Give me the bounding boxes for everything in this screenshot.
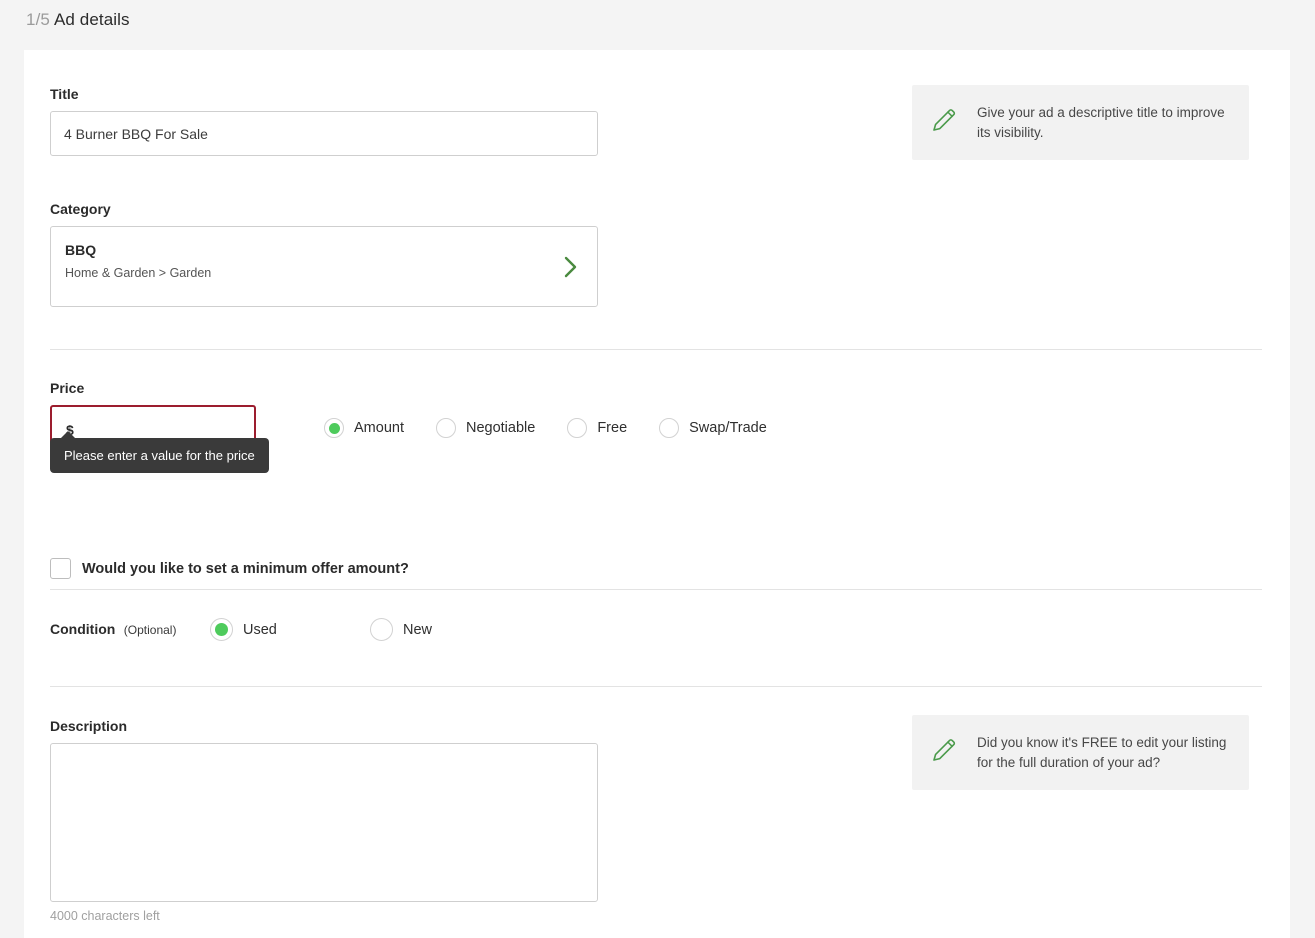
condition-optional-text: (Optional) (124, 623, 177, 637)
ad-details-page: 1/5Ad details Title Category BBQ Home & … (0, 0, 1315, 938)
character-counter: 4000 characters left (50, 909, 598, 923)
step-current: 1 (26, 10, 36, 29)
pencil-icon (930, 734, 960, 764)
description-textarea[interactable] (50, 743, 598, 902)
title-section: Title (50, 86, 598, 156)
condition-new[interactable]: New (370, 618, 432, 641)
title-label: Title (50, 86, 598, 102)
checkbox-icon[interactable] (50, 558, 71, 579)
condition-label-wrap: Condition (Optional) (50, 621, 210, 639)
description-label: Description (50, 718, 598, 734)
price-section: Price $ Amount Negotiable (50, 380, 1315, 579)
divider-price-condition (50, 589, 1262, 590)
step-title: Ad details (54, 10, 130, 29)
tip-box-description: Did you know it's FREE to edit your list… (912, 715, 1249, 790)
condition-label: Condition (50, 621, 115, 637)
step-total: 5 (40, 10, 50, 29)
ad-details-card: Title Category BBQ Home & Garden > Garde… (24, 50, 1290, 938)
pencil-icon (930, 104, 960, 134)
radio-circle-icon (210, 618, 233, 641)
price-type-free-label: Free (597, 420, 627, 436)
condition-new-label: New (403, 622, 432, 638)
price-type-swap-trade-label: Swap/Trade (689, 420, 767, 436)
description-section: Description 4000 characters left (50, 718, 598, 923)
condition-used-label: Used (243, 622, 277, 638)
price-type-negotiable-label: Negotiable (466, 420, 535, 436)
radio-circle-icon (567, 418, 587, 438)
chevron-right-icon (560, 254, 582, 280)
category-label: Category (50, 201, 598, 217)
price-type-amount[interactable]: Amount (324, 418, 404, 438)
minimum-offer-label: Would you like to set a minimum offer am… (82, 561, 409, 577)
radio-circle-icon (324, 418, 344, 438)
category-name: BBQ (65, 242, 96, 258)
price-type-swap-trade[interactable]: Swap/Trade (659, 418, 767, 438)
tip-text: Did you know it's FREE to edit your list… (977, 733, 1229, 772)
radio-circle-icon (370, 618, 393, 641)
tip-box-title: Give your ad a descriptive title to impr… (912, 85, 1249, 160)
price-label: Price (50, 380, 1315, 396)
divider-category-price (50, 349, 1262, 350)
price-type-radio-group: Amount Negotiable Free Swap/Trade (324, 418, 767, 438)
radio-circle-icon (436, 418, 456, 438)
page-title: 1/5Ad details (26, 10, 130, 30)
category-path: Home & Garden > Garden (65, 266, 211, 280)
condition-section: Condition (Optional) Used New (50, 618, 432, 641)
price-type-amount-label: Amount (354, 420, 404, 436)
minimum-offer-checkbox-row[interactable]: Would you like to set a minimum offer am… (50, 558, 1315, 579)
radio-circle-icon (659, 418, 679, 438)
condition-used[interactable]: Used (210, 618, 370, 641)
title-input[interactable] (50, 111, 598, 156)
category-select-button[interactable]: BBQ Home & Garden > Garden (50, 226, 598, 307)
category-section: Category BBQ Home & Garden > Garden (50, 201, 598, 307)
divider-condition-description (50, 686, 1262, 687)
price-type-negotiable[interactable]: Negotiable (436, 418, 535, 438)
price-type-free[interactable]: Free (567, 418, 627, 438)
price-error-tooltip: Please enter a value for the price (50, 438, 269, 473)
tip-text: Give your ad a descriptive title to impr… (977, 103, 1229, 142)
